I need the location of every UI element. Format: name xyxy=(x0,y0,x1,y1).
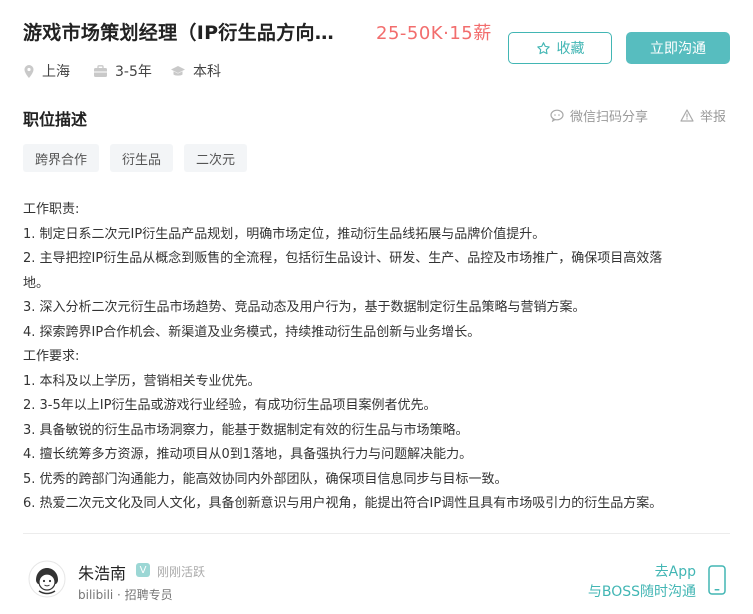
education-text: 本科 xyxy=(193,64,221,80)
graduation-cap-icon xyxy=(170,65,186,78)
description-line: 2. 3-5年以上IP衍生品或游戏行业经验，有成功衍生品项目案例者优先。 xyxy=(23,398,437,413)
description-line: 3. 具备敏锐的衍生品市场洞察力，能基于数据制定有效的衍生品与市场策略。 xyxy=(23,422,469,438)
description-line: 4. 探索跨界IP合作机会、新渠道及业务模式，持续推动衍生品创新与业务增长。 xyxy=(23,324,481,340)
description-line: 1. 制定日系二次元IP衍生品产品规划，明确市场定位，推动衍生品线拓展与品牌价值… xyxy=(23,226,546,242)
app-link-line2: 与BOSS随时沟通 xyxy=(587,584,696,600)
share-label: 微信扫码分享 xyxy=(570,110,649,125)
report-label: 举报 xyxy=(700,110,727,125)
location-text: 上海 xyxy=(42,64,70,80)
description-line: 工作职责: xyxy=(23,202,80,217)
tag-list: 跨界合作 衍生品 二次元 xyxy=(23,144,248,172)
active-status: 刚刚活跃 xyxy=(157,565,206,579)
briefcase-icon xyxy=(93,64,108,78)
wechat-icon xyxy=(550,109,564,122)
tag: 衍生品 xyxy=(110,144,174,172)
job-title: 游戏市场策划经理（IP衍生品方向… xyxy=(23,22,335,44)
recruiter-name: 朱浩南 xyxy=(78,564,127,583)
go-to-app-link[interactable]: 去App 与BOSS随时沟通 xyxy=(560,562,696,602)
experience-text: 3-5年 xyxy=(115,64,152,80)
phone-icon[interactable] xyxy=(708,565,726,595)
tag: 二次元 xyxy=(184,144,248,172)
description-line: 2. 主导把控IP衍生品从概念到贩售的全流程，包括衍生品设计、研发、生产、品控及… xyxy=(23,251,663,266)
description-line: 4. 擅长统筹多方资源，推动项目从0到1落地，具备强执行力与问题解决能力。 xyxy=(23,447,473,462)
report-button[interactable]: 举报 xyxy=(680,106,726,125)
education: 本科 xyxy=(170,61,221,81)
description-line: 1. 本科及以上学历，营销相关专业优先。 xyxy=(23,373,261,389)
description-line: 5. 优秀的跨部门沟通能力，能高效协同内外部团队，确保项目信息同步与目标一致。 xyxy=(23,471,508,487)
star-icon xyxy=(536,41,551,56)
favorite-button[interactable]: 收藏 xyxy=(508,32,612,64)
recruiter-company: bilibili · 招聘专员 xyxy=(78,588,173,602)
location-icon xyxy=(23,64,35,79)
wechat-share-button[interactable]: 微信扫码分享 xyxy=(550,106,648,125)
verified-badge: V xyxy=(136,563,150,577)
chat-now-label: 立即沟通 xyxy=(650,41,706,57)
divider xyxy=(23,533,730,534)
experience: 3-5年 xyxy=(93,61,152,81)
description-line: 3. 深入分析二次元衍生品市场趋势、竞品动态及用户行为，基于数据制定衍生品策略与… xyxy=(23,300,586,315)
job-description: 工作职责: 1. 制定日系二次元IP衍生品产品规划，明确市场定位，推动衍生品线拓… xyxy=(23,198,733,517)
favorite-label: 收藏 xyxy=(556,41,585,57)
chat-now-button[interactable]: 立即沟通 xyxy=(626,32,730,64)
description-line: 6. 热爱二次元文化及同人文化，具备创新意识与用户视角，能提出符合IP调性且具有… xyxy=(23,496,663,511)
tag: 跨界合作 xyxy=(23,144,100,172)
app-link-line1: 去App xyxy=(654,564,696,580)
location: 上海 xyxy=(23,61,70,81)
description-line: 地。 xyxy=(23,275,50,291)
warning-icon xyxy=(680,109,694,122)
section-title: 职位描述 xyxy=(23,110,88,129)
description-line: 工作要求: xyxy=(23,349,80,364)
avatar[interactable] xyxy=(28,560,66,598)
salary: 25-50K·15薪 xyxy=(376,23,492,44)
